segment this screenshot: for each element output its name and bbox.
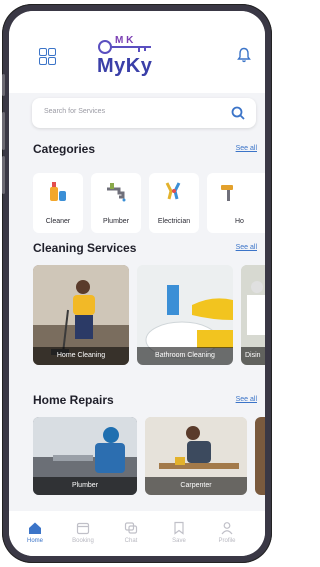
- home-icon: [29, 522, 41, 534]
- logo-letters: M K: [115, 35, 134, 46]
- category-label: Cleaner: [45, 218, 71, 225]
- home-repairs-title: Home Repairs: [33, 393, 114, 407]
- bell-icon[interactable]: [237, 47, 251, 63]
- category-label: Electrician: [157, 218, 191, 225]
- nav-label: Home: [26, 538, 43, 544]
- service-label: Home Cleaning: [33, 347, 129, 365]
- nav-chat[interactable]: Chat: [111, 521, 151, 551]
- service-card-bathroom-cleaning[interactable]: Bathroom Cleaning: [137, 265, 233, 365]
- home-repairs-list: Plumber Carpenter: [33, 417, 265, 495]
- service-card-partial[interactable]: [255, 417, 265, 495]
- nav-home[interactable]: Home: [15, 521, 55, 551]
- calendar-icon: [76, 522, 90, 535]
- roller-icon: [221, 185, 233, 201]
- nav-save[interactable]: Save: [159, 521, 199, 551]
- categories-see-all-link[interactable]: See all: [236, 145, 257, 152]
- app-title: MyKy: [97, 55, 153, 77]
- categories-title: Categories: [33, 142, 96, 156]
- cleaning-see-all-link[interactable]: See all: [236, 244, 257, 251]
- nav-label: Chat: [124, 538, 138, 544]
- service-label: Bathroom Cleaning: [137, 347, 233, 365]
- category-cleaner[interactable]: Cleaner: [33, 173, 83, 233]
- service-card-disinfection[interactable]: Disin: [241, 265, 265, 365]
- categories-list: Cleaner Plumber Electrician Ho: [33, 173, 265, 237]
- search-bar[interactable]: Search for Services: [32, 98, 256, 128]
- plug-icon: [165, 182, 181, 200]
- service-label: Carpenter: [145, 477, 247, 495]
- app-header: M K MyKy: [9, 11, 265, 93]
- category-electrician[interactable]: Electrician: [149, 173, 199, 233]
- app-logo: M K MyKy: [91, 33, 171, 79]
- bookmark-icon: [174, 521, 184, 535]
- phone-frame: M K MyKy Search for Services Categories …: [2, 4, 272, 563]
- user-icon: [221, 522, 233, 535]
- nav-booking[interactable]: Booking: [63, 521, 103, 551]
- cleaning-services-title: Cleaning Services: [33, 241, 137, 255]
- nav-label: Profile: [218, 538, 236, 544]
- search-icon[interactable]: [230, 105, 246, 121]
- repairs-see-all-link[interactable]: See all: [236, 396, 257, 403]
- app-screen: M K MyKy Search for Services Categories …: [9, 11, 265, 556]
- cleaning-supplies-icon: [50, 182, 66, 201]
- nav-label: Booking: [72, 538, 94, 544]
- nav-label: Save: [172, 538, 186, 544]
- side-button: [2, 156, 5, 194]
- chat-icon: [124, 522, 138, 534]
- bottom-navigation: Home Booking Chat Save Profile: [9, 511, 265, 556]
- service-label: Disin: [241, 347, 265, 365]
- service-card-carpenter[interactable]: Carpenter: [145, 417, 247, 495]
- category-home[interactable]: Ho: [207, 173, 265, 233]
- grid-icon[interactable]: [39, 48, 56, 65]
- category-label: Ho: [235, 218, 244, 225]
- side-button: [2, 74, 5, 96]
- search-input[interactable]: Search for Services: [44, 108, 105, 115]
- nav-profile[interactable]: Profile: [207, 521, 247, 551]
- category-label: Plumber: [102, 218, 130, 225]
- category-plumber[interactable]: Plumber: [91, 173, 141, 233]
- service-label: Plumber: [33, 477, 137, 495]
- service-card-home-cleaning[interactable]: Home Cleaning: [33, 265, 129, 365]
- faucet-icon: [107, 183, 126, 202]
- side-button: [2, 112, 5, 150]
- service-card-plumber[interactable]: Plumber: [33, 417, 137, 495]
- cleaning-services-list: Home Cleaning Bathroom Cleaning Disin: [33, 265, 265, 365]
